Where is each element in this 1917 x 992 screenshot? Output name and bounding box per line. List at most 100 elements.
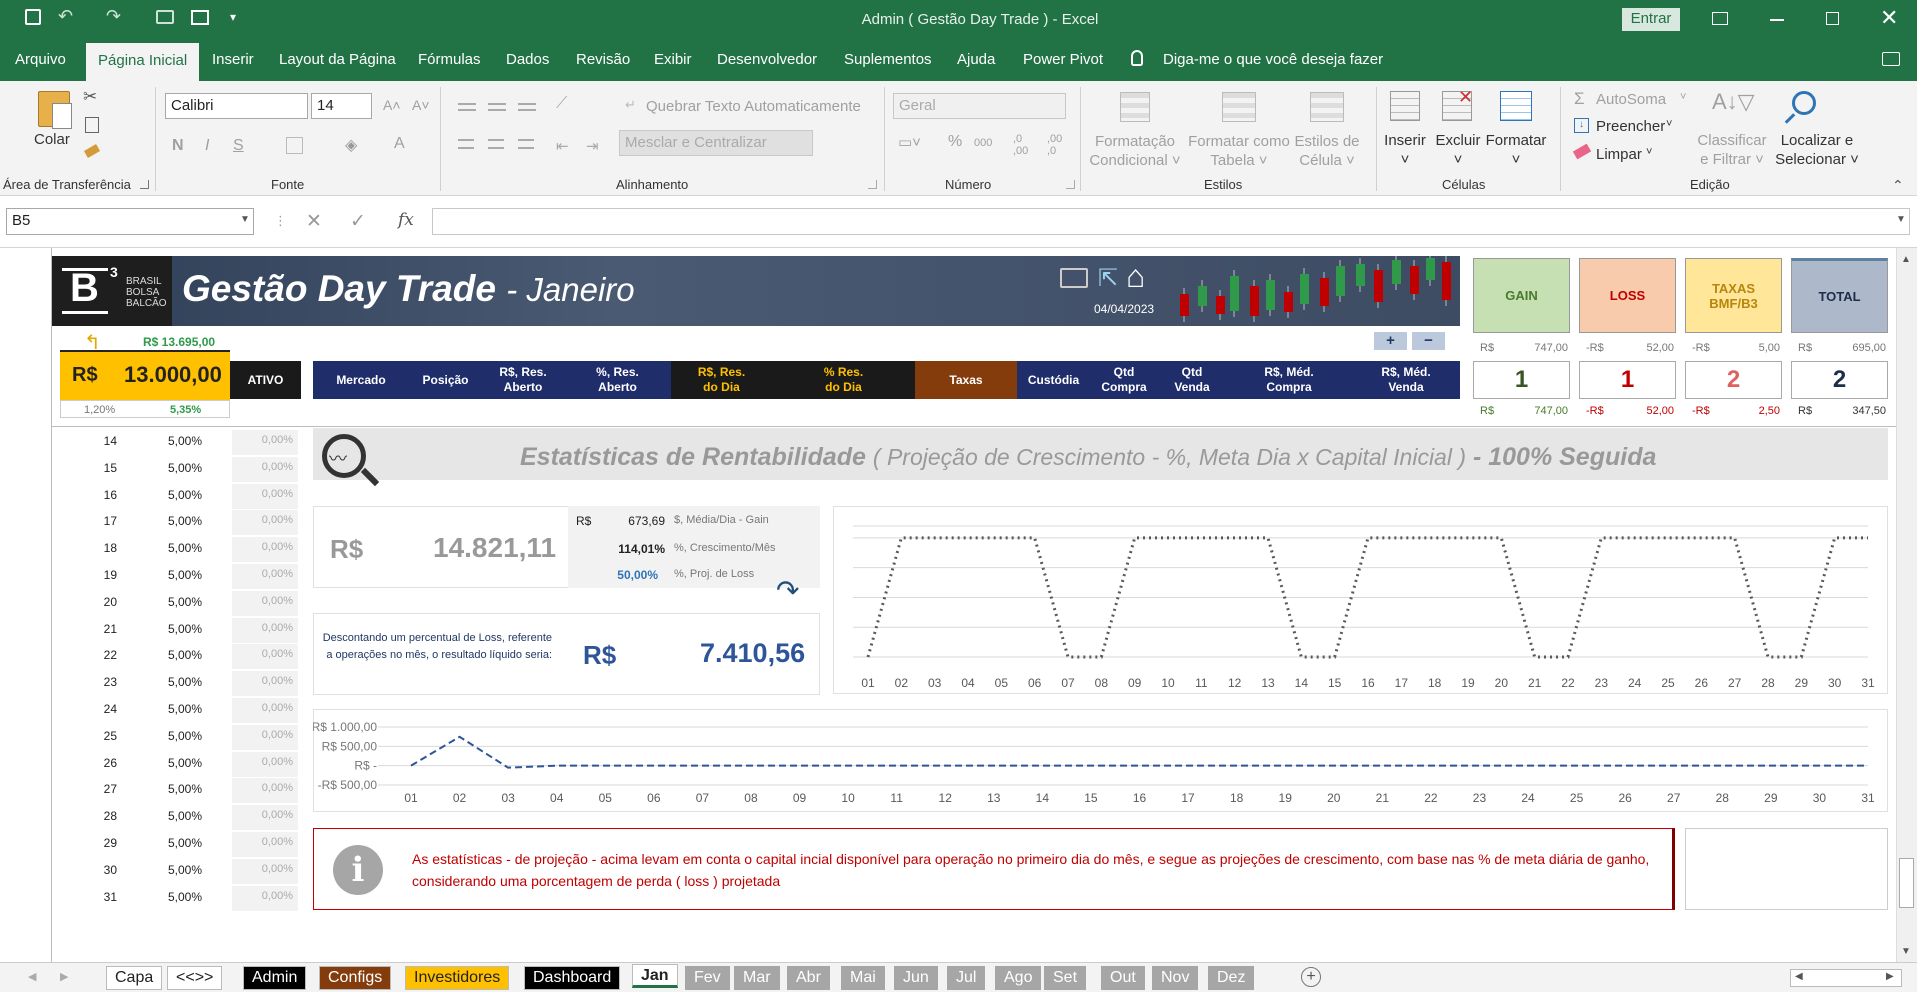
sheet-tab-abr[interactable]: Abr: [787, 966, 830, 990]
row-result-pct[interactable]: 0,00%: [232, 858, 298, 884]
row-result-pct[interactable]: 0,00%: [232, 724, 298, 750]
tell-me-search[interactable]: Diga-me o que você deseja fazer: [1163, 51, 1383, 68]
format-cells-icon[interactable]: [1500, 91, 1532, 121]
scroll-thumb[interactable]: [1899, 858, 1914, 908]
format-table-button[interactable]: Formatar como Tabela ˅: [1184, 132, 1294, 170]
currency-icon[interactable]: ▭˅: [898, 133, 921, 151]
sheet-tab-dez[interactable]: Dez: [1208, 966, 1255, 990]
row-result-pct[interactable]: 0,00%: [232, 644, 298, 670]
sheet-tab-set[interactable]: Set: [1044, 966, 1087, 990]
tab-ajuda[interactable]: Ajuda: [957, 51, 995, 68]
comma-style-icon[interactable]: 000: [974, 137, 992, 149]
row-result-pct[interactable]: 0,00%: [232, 698, 298, 723]
cell-styles-icon[interactable]: [1310, 92, 1344, 122]
italic-button[interactable]: I: [205, 137, 209, 155]
sheet-tab-ago[interactable]: Ago: [995, 966, 1042, 990]
clear-button[interactable]: Limpar: [1596, 146, 1642, 163]
sheet-tab-capa[interactable]: Capa: [106, 966, 163, 990]
sheet-tab-fev[interactable]: Fev: [685, 966, 730, 990]
sheet-tab-nov[interactable]: Nov: [1152, 966, 1199, 990]
redo-icon[interactable]: ↷: [106, 6, 121, 27]
insert-function-icon[interactable]: fx: [398, 210, 414, 230]
sheet-tab-admin[interactable]: Admin: [243, 966, 307, 990]
decrease-decimal-icon[interactable]: ,00,0: [1047, 133, 1062, 157]
sheet-tab-out[interactable]: Out: [1101, 966, 1145, 990]
increase-decimal-icon[interactable]: ,0,00: [1013, 133, 1028, 157]
collapse-ribbon-icon[interactable]: ⌃: [1892, 177, 1904, 194]
row-result-pct[interactable]: 0,00%: [232, 456, 298, 482]
insert-cells-icon[interactable]: [1390, 91, 1420, 121]
restore-icon[interactable]: [1826, 12, 1839, 25]
row-result-pct[interactable]: 0,00%: [232, 805, 298, 831]
signin-button[interactable]: Entrar: [1622, 8, 1680, 31]
format-painter-icon[interactable]: [83, 144, 101, 158]
exit-arrow-icon[interactable]: ⇱: [1098, 264, 1118, 293]
borders-icon[interactable]: [286, 137, 303, 154]
bold-button[interactable]: N: [172, 137, 184, 155]
paste-button[interactable]: Colar: [34, 131, 70, 148]
scroll-last-sheet-icon[interactable]: ▶: [60, 970, 68, 983]
name-box[interactable]: B5: [6, 208, 254, 235]
form-icon[interactable]: [191, 10, 209, 25]
save-icon[interactable]: [25, 9, 41, 25]
scroll-first-sheet-icon[interactable]: ◀: [28, 970, 36, 983]
sheet-tab-configs[interactable]: Configs: [319, 966, 392, 990]
decrease-indent-icon[interactable]: ⇤: [556, 137, 569, 155]
percent-icon[interactable]: %: [948, 133, 962, 151]
tab-layout[interactable]: Layout da Página: [279, 51, 396, 68]
comments-icon[interactable]: [1882, 52, 1900, 66]
row-result-pct[interactable]: 0,00%: [232, 885, 298, 911]
merge-center-button[interactable]: Mesclar e Centralizar: [619, 130, 813, 156]
worksheet[interactable]: ▲ ▼ B 3 BRASIL BOLSA BALCÃO Gestão Day T…: [0, 248, 1917, 962]
tab-suplementos[interactable]: Suplementos: [844, 51, 932, 68]
row-result-pct[interactable]: 0,00%: [232, 430, 298, 455]
row-result-pct[interactable]: 0,00%: [232, 483, 298, 509]
delete-cells-button[interactable]: Excluir ˅: [1434, 131, 1482, 169]
increase-font-icon[interactable]: A˄: [383, 97, 401, 113]
sheet-tab-jul[interactable]: Jul: [947, 966, 986, 990]
minimize-icon[interactable]: [1770, 19, 1784, 21]
scroll-down-icon[interactable]: ▼: [1901, 946, 1911, 957]
tab-power-pivot[interactable]: Power Pivot: [1023, 51, 1103, 68]
conditional-format-icon[interactable]: [1120, 92, 1150, 122]
number-launcher-icon[interactable]: [1066, 180, 1075, 189]
sheet-tab-mai[interactable]: Mai: [841, 966, 885, 990]
scroll-up-icon[interactable]: ▲: [1901, 254, 1911, 265]
underline-button[interactable]: S: [233, 137, 244, 155]
tab-desenvolvedor[interactable]: Desenvolvedor: [717, 51, 817, 68]
formula-input[interactable]: [432, 208, 1910, 235]
add-sheet-icon[interactable]: +: [1301, 967, 1321, 987]
row-result-pct[interactable]: 0,00%: [232, 751, 298, 777]
camera-icon[interactable]: [156, 10, 174, 24]
home-icon[interactable]: ⌂: [1126, 258, 1145, 295]
row-result-pct[interactable]: 0,00%: [232, 564, 298, 589]
increase-indent-icon[interactable]: ⇥: [586, 137, 599, 155]
decrease-font-icon[interactable]: A˅: [412, 97, 430, 113]
align-center-icon[interactable]: [488, 139, 504, 149]
tab-inserir[interactable]: Inserir: [212, 51, 254, 68]
cut-icon[interactable]: ✂: [83, 87, 97, 107]
sheet-tab-investidores[interactable]: Investidores: [405, 966, 510, 990]
sheet-tab-mar[interactable]: Mar: [734, 966, 780, 990]
orientation-icon[interactable]: ⟋: [556, 95, 567, 113]
tab-exibir[interactable]: Exibir: [654, 51, 692, 68]
row-result-pct[interactable]: 0,00%: [232, 590, 298, 616]
font-color-icon[interactable]: A: [394, 135, 405, 153]
ribbon-display-icon[interactable]: [1712, 12, 1728, 25]
cancel-entry-icon[interactable]: ✕: [306, 210, 322, 233]
sheet-tab-jun[interactable]: Jun: [894, 966, 938, 990]
customize-qat-icon[interactable]: ▾: [230, 10, 236, 24]
conditional-format-button[interactable]: Formatação Condicional ˅: [1088, 132, 1182, 170]
find-select-button[interactable]: Localizar e Selecionar ˅: [1774, 131, 1860, 169]
cell-styles-button[interactable]: Estilos de Célula ˅: [1283, 132, 1371, 170]
row-result-pct[interactable]: 0,00%: [232, 778, 298, 804]
row-result-pct[interactable]: 0,00%: [232, 537, 298, 563]
sheet-tab-[interactable]: <<>>: [167, 966, 223, 990]
tab-arquivo[interactable]: Arquivo: [15, 51, 66, 68]
vertical-scrollbar[interactable]: [1896, 248, 1917, 962]
sheet-tab-dashboard[interactable]: Dashboard: [524, 966, 621, 990]
fill-button[interactable]: Preencher: [1596, 118, 1665, 135]
wrap-text-button[interactable]: Quebrar Texto Automaticamente: [646, 98, 861, 115]
number-format-combo[interactable]: Geral: [893, 93, 1066, 119]
expand-button[interactable]: +: [1374, 332, 1407, 350]
